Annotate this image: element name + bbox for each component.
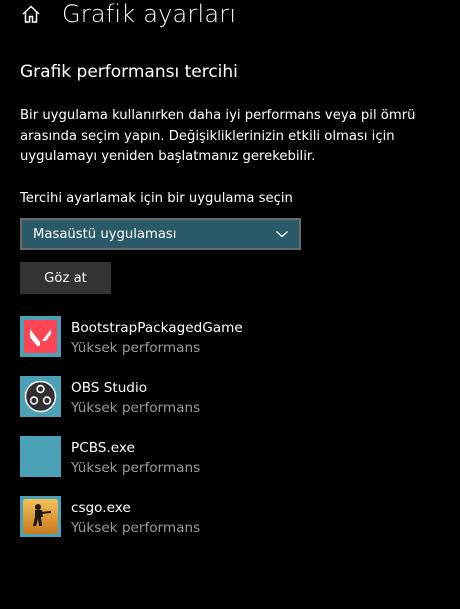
app-type-select-label: Tercihi ayarlamak için bir uygulama seçi… [20,191,293,206]
app-status: Yüksek performans [71,340,201,356]
browse-button[interactable]: Göz at [20,262,111,294]
generic-app-icon [20,436,61,477]
app-name: csgo.exe [71,500,131,516]
section-title: Grafik performansı tercihi [20,62,238,82]
app-item-csgo[interactable]: csgo.exe Yüksek performans [20,496,440,556]
app-name: OBS Studio [71,380,148,396]
valorant-icon [20,316,61,357]
app-item-obs-studio[interactable]: OBS Studio Yüksek performans [20,376,440,436]
home-icon[interactable] [20,3,42,25]
app-status: Yüksek performans [71,400,201,416]
app-type-dropdown[interactable]: Masaüstü uygulaması [20,218,301,250]
app-name: PCBS.exe [71,440,135,456]
app-name: BootstrapPackagedGame [71,320,243,336]
csgo-icon [20,496,61,537]
app-item-pcbs[interactable]: PCBS.exe Yüksek performans [20,436,440,496]
app-item-bootstrappackagedgame[interactable]: BootstrapPackagedGame Yüksek performans [20,316,440,376]
chevron-down-icon [275,229,289,239]
page-title: Grafik ayarları [62,0,237,28]
section-description: Bir uygulama kullanırken daha iyi perfor… [20,108,416,164]
obs-icon [20,376,61,417]
app-type-dropdown-value: Masaüstü uygulaması [33,226,177,242]
page-header: Grafik ayarları [20,0,236,34]
app-status: Yüksek performans [71,460,201,476]
app-status: Yüksek performans [71,520,201,536]
app-list: BootstrapPackagedGame Yüksek performans … [20,316,440,556]
